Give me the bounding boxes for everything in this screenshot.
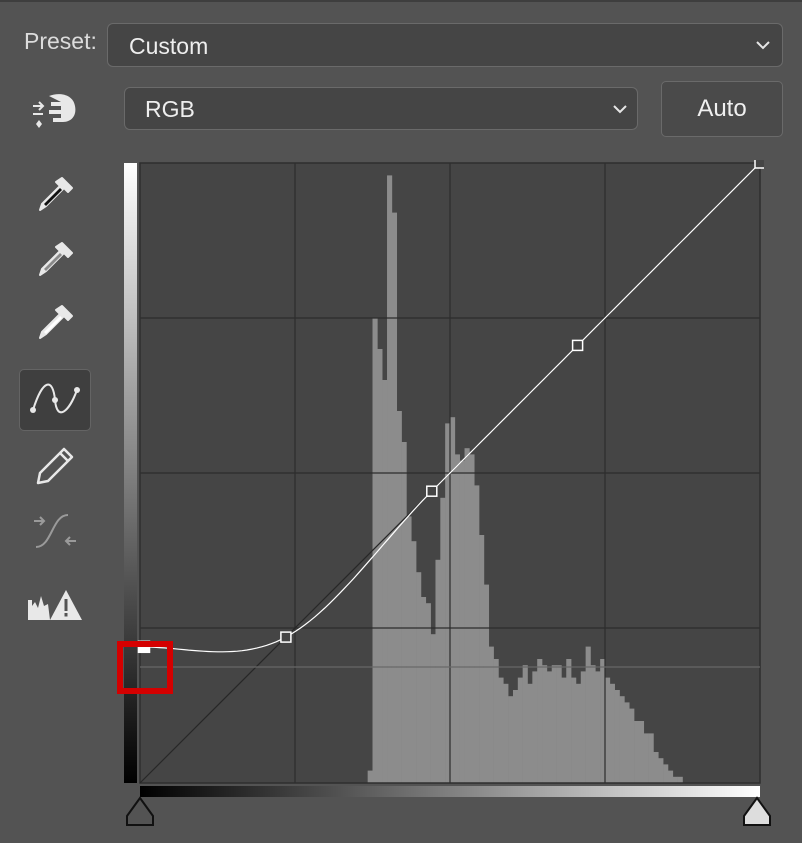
input-gradient-bar xyxy=(140,786,760,797)
histogram-bin xyxy=(411,541,417,783)
histogram-bin xyxy=(595,671,601,783)
histogram-bin xyxy=(454,454,460,783)
histogram-bin xyxy=(508,696,514,783)
histogram-bin xyxy=(624,702,630,783)
histogram-bin xyxy=(532,671,538,783)
histogram-bin xyxy=(672,776,678,783)
histogram-bin xyxy=(527,683,533,783)
histogram-bin xyxy=(663,764,669,783)
histogram-bin xyxy=(605,677,611,783)
white-point-slider[interactable] xyxy=(740,796,774,828)
histogram-bin xyxy=(517,677,523,783)
histogram-bin xyxy=(498,677,504,783)
channel-value: RGB xyxy=(145,96,195,122)
histogram-bin xyxy=(464,448,470,783)
histogram-bin xyxy=(653,752,659,783)
histogram-bin xyxy=(580,671,586,783)
smooth-curve-icon[interactable] xyxy=(25,506,85,556)
histogram-bin xyxy=(619,696,625,783)
on-image-adjust-icon[interactable] xyxy=(25,85,85,135)
histogram-bin xyxy=(435,559,441,783)
curve-point-tool-icon[interactable] xyxy=(19,369,91,431)
curve-point[interactable] xyxy=(754,160,764,169)
black-point-slider[interactable] xyxy=(124,796,158,828)
histogram-bin xyxy=(420,597,427,783)
curves-graph[interactable] xyxy=(124,160,764,800)
chevron-down-icon xyxy=(611,88,629,129)
histogram-bin xyxy=(416,572,422,783)
histogram-bin xyxy=(551,665,557,783)
histogram-bin xyxy=(542,665,548,783)
histogram-bin xyxy=(493,659,499,783)
histogram-bin xyxy=(382,380,388,783)
histogram-bin xyxy=(556,665,562,783)
histogram-bin xyxy=(522,665,528,783)
preset-dropdown[interactable]: Custom xyxy=(107,23,783,67)
histogram-bin xyxy=(638,721,645,783)
histogram-bin xyxy=(575,683,582,783)
histogram-bin xyxy=(425,603,431,783)
auto-button[interactable]: Auto xyxy=(661,81,783,137)
channel-dropdown[interactable]: RGB xyxy=(124,87,638,130)
histogram-bin xyxy=(614,690,620,783)
histogram-bin xyxy=(406,516,412,783)
panel-top-border xyxy=(0,0,802,2)
histogram-bin xyxy=(658,758,664,783)
histogram-bin xyxy=(537,659,543,783)
histogram-bin xyxy=(483,584,490,783)
white-point-eyedropper-icon[interactable] xyxy=(25,298,85,348)
curve-point[interactable] xyxy=(280,631,292,643)
histogram-bin xyxy=(643,733,649,783)
highlight-box xyxy=(117,641,173,694)
histogram-bin xyxy=(677,776,683,783)
histogram-bin xyxy=(561,677,567,783)
histogram-bin xyxy=(479,535,485,783)
histogram-bin xyxy=(474,485,480,783)
curve-point[interactable] xyxy=(426,485,438,497)
histogram-bin xyxy=(459,460,465,783)
histogram-bin xyxy=(667,770,674,783)
histogram-bin xyxy=(396,411,402,783)
curve-point[interactable] xyxy=(571,339,584,352)
histogram-bin xyxy=(609,683,615,783)
histogram-bin xyxy=(503,683,509,783)
histogram-bin xyxy=(590,665,596,783)
histogram-bin xyxy=(387,175,393,783)
histogram-bin xyxy=(377,349,383,783)
histogram-bin xyxy=(401,442,407,783)
histogram-bin xyxy=(430,634,436,783)
preset-label: Preset: xyxy=(24,28,97,54)
histogram-bin xyxy=(566,659,572,783)
histogram-bin xyxy=(629,708,635,783)
black-point-eyedropper-icon[interactable] xyxy=(25,170,85,220)
histogram-bin xyxy=(546,671,553,783)
chevron-down-icon xyxy=(754,24,772,66)
pencil-draw-icon[interactable] xyxy=(25,441,85,491)
histogram-bin xyxy=(469,454,475,783)
histogram-bin xyxy=(648,733,654,783)
histogram-bin xyxy=(571,677,577,783)
preset-value: Custom xyxy=(129,33,209,59)
histogram-bin xyxy=(634,721,640,783)
histogram-bin xyxy=(512,690,519,783)
gray-point-eyedropper-icon[interactable] xyxy=(25,235,85,285)
clipping-warning-icon[interactable] xyxy=(25,579,85,629)
histogram-bin xyxy=(440,497,446,783)
histogram-bin xyxy=(367,770,373,783)
histogram-bin xyxy=(391,212,398,784)
